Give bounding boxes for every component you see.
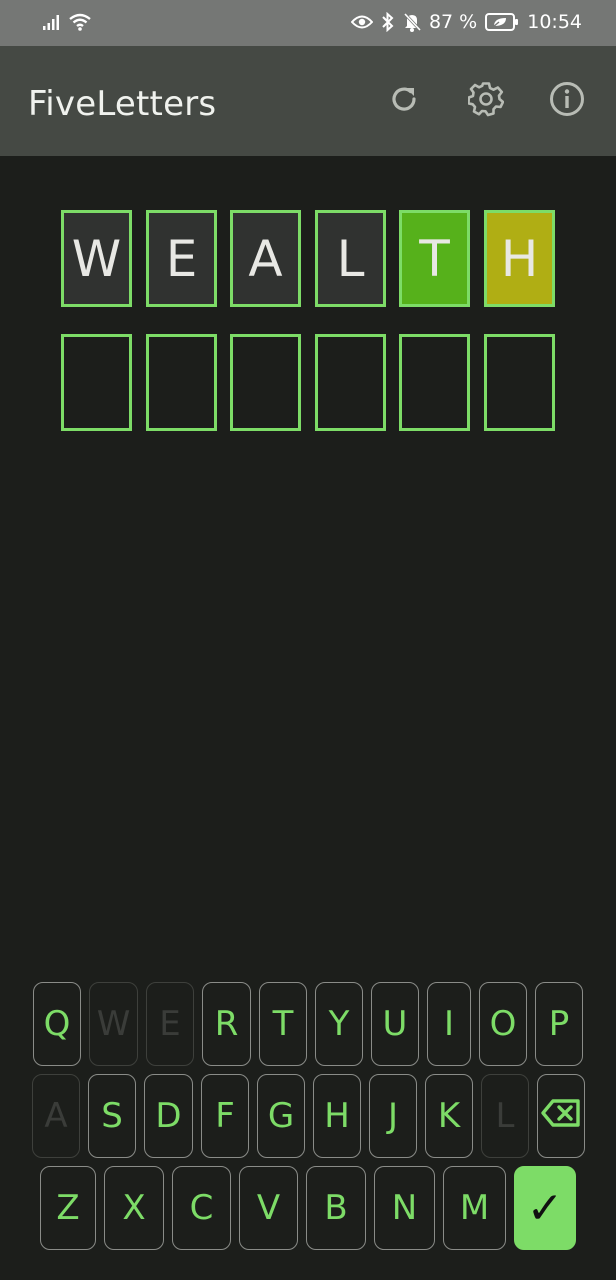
tile: T (399, 210, 470, 307)
key-i[interactable]: I (427, 982, 471, 1066)
key-y[interactable]: Y (315, 982, 363, 1066)
key-o[interactable]: O (479, 982, 527, 1066)
key-x[interactable]: X (104, 1166, 164, 1250)
bell-muted-icon (403, 12, 421, 32)
battery-icon (485, 13, 519, 31)
tile (315, 334, 386, 431)
clock: 10:54 (527, 11, 582, 33)
key-j[interactable]: J (369, 1074, 417, 1158)
key-b[interactable]: B (306, 1166, 366, 1250)
app-title: FiveLetters (28, 84, 217, 124)
battery-percent: 87 % (428, 11, 478, 33)
status-left (42, 12, 92, 32)
key-r[interactable]: R (202, 982, 251, 1066)
status-right: 87 % 10:54 (350, 11, 582, 33)
backspace-icon (541, 1096, 581, 1136)
info-icon (549, 81, 585, 121)
key-d[interactable]: D (144, 1074, 193, 1158)
refresh-icon (387, 82, 421, 120)
backspace-key[interactable] (537, 1074, 585, 1158)
bluetooth-icon (381, 12, 395, 32)
key-c[interactable]: C (172, 1166, 231, 1250)
wifi-icon (68, 12, 92, 32)
key-l[interactable]: L (481, 1074, 529, 1158)
tile: L (315, 210, 386, 307)
tile: H (484, 210, 555, 307)
tile (399, 334, 470, 431)
key-v[interactable]: V (239, 1166, 298, 1250)
info-button[interactable] (548, 82, 586, 120)
key-h[interactable]: H (313, 1074, 361, 1158)
key-z[interactable]: Z (40, 1166, 96, 1250)
gear-icon (467, 81, 505, 121)
tile: E (146, 210, 217, 307)
tile: W (61, 210, 132, 307)
key-g[interactable]: G (257, 1074, 305, 1158)
key-s[interactable]: S (88, 1074, 136, 1158)
tile: A (230, 210, 301, 307)
key-m[interactable]: M (443, 1166, 506, 1250)
key-a[interactable]: A (32, 1074, 80, 1158)
tile (146, 334, 217, 431)
refresh-button[interactable] (385, 82, 423, 120)
status-bar: 87 % 10:54 (0, 0, 616, 46)
key-p[interactable]: P (535, 982, 583, 1066)
key-u[interactable]: U (371, 982, 419, 1066)
tile (230, 334, 301, 431)
key-e[interactable]: E (146, 982, 194, 1066)
key-t[interactable]: T (259, 982, 307, 1066)
key-w[interactable]: W (89, 982, 138, 1066)
key-q[interactable]: Q (33, 982, 81, 1066)
tile (484, 334, 555, 431)
app-bar: FiveLetters (0, 46, 616, 156)
key-f[interactable]: F (201, 1074, 249, 1158)
key-n[interactable]: N (374, 1166, 435, 1250)
signal-icon (42, 13, 62, 31)
tile (61, 334, 132, 431)
settings-button[interactable] (467, 82, 505, 120)
eye-icon (350, 14, 373, 30)
enter-key[interactable]: ✓ (514, 1166, 576, 1250)
key-k[interactable]: K (425, 1074, 473, 1158)
